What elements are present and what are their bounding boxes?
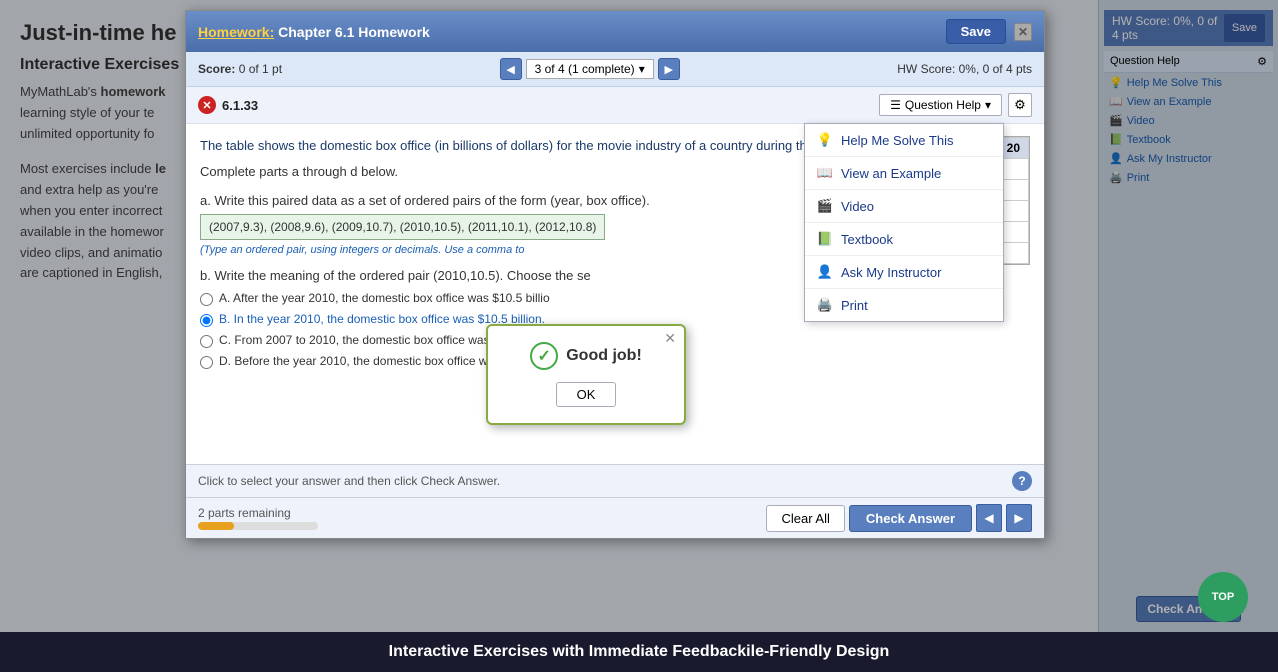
question-help-btn[interactable]: ☰ Question Help ▾: [879, 94, 1002, 116]
top-btn[interactable]: TOP: [1198, 572, 1248, 622]
good-job-close-btn[interactable]: ✕: [664, 330, 676, 347]
good-job-dialog: ✕ ✓ Good job! OK: [486, 324, 686, 425]
next-question-btn[interactable]: ▶: [658, 58, 680, 80]
nav-controls: ◀ 3 of 4 (1 complete) ▾ ▶: [500, 58, 680, 80]
parts-remaining-section: 2 parts remaining: [198, 506, 318, 530]
progress-bar-fill: [198, 522, 234, 530]
hw-score-text: HW Score: 0%, 0 of 4 pts: [897, 62, 1032, 76]
help-icon-list: ☰: [890, 98, 901, 112]
good-job-overlay: ✕ ✓ Good job! OK: [186, 124, 1044, 464]
clear-all-btn[interactable]: Clear All: [766, 505, 844, 532]
prev-btn[interactable]: ◀: [976, 504, 1002, 532]
question-content: Ye 20 20 20 20 20 20 The table shows the…: [186, 124, 1044, 464]
nav-label: 3 of 4 (1 complete) ▾: [526, 59, 654, 79]
modal-save-btn[interactable]: Save: [946, 19, 1006, 44]
footer-bar: 2 parts remaining Clear All Check Answer…: [186, 497, 1044, 538]
question-area: ✕ 6.1.33 ☰ Question Help ▾ ⚙ 💡 Help Me S…: [186, 87, 1044, 538]
help-circle-icon: ?: [1012, 471, 1032, 491]
modal-close-btn[interactable]: ✕: [1014, 23, 1032, 41]
bottom-bar-text: Interactive Exercises with Immediate Fee…: [389, 643, 747, 661]
score-text: Score: 0 of 1 pt: [198, 62, 282, 76]
help-chevron-icon: ▾: [985, 98, 991, 112]
settings-btn[interactable]: ⚙: [1008, 93, 1032, 117]
modal-bottom: Click to select your answer and then cli…: [186, 464, 1044, 497]
homework-modal: Homework: Chapter 6.1 Homework Save ✕ Sc…: [185, 10, 1045, 539]
prev-question-btn[interactable]: ◀: [500, 58, 522, 80]
next-btn[interactable]: ▶: [1006, 504, 1032, 532]
bottom-bar: Interactive Exercises with Immediate Fee…: [0, 632, 1278, 672]
check-answer-btn[interactable]: Check Answer: [849, 505, 972, 532]
modal-title: Homework: Chapter 6.1 Homework: [198, 24, 430, 40]
modal-titlebar: Homework: Chapter 6.1 Homework Save ✕: [186, 11, 1044, 52]
bottom-bar-text2: ile-Friendly Design: [746, 643, 889, 661]
question-help-area: ☰ Question Help ▾ ⚙: [879, 93, 1032, 117]
gear-icon: ⚙: [1014, 97, 1026, 113]
checkmark-icon: ✓: [530, 342, 558, 370]
progress-bar-container: [198, 522, 318, 530]
question-header: ✕ 6.1.33 ☰ Question Help ▾ ⚙: [186, 87, 1044, 124]
hint-text: Click to select your answer and then cli…: [198, 474, 1004, 488]
hint-section: Click to select your answer and then cli…: [198, 471, 1032, 491]
bottom-btn-group: Clear All Check Answer ◀ ▶: [766, 504, 1032, 532]
parts-remaining-text: 2 parts remaining: [198, 506, 318, 520]
question-badge: ✕ 6.1.33: [198, 96, 258, 114]
good-job-header: ✓ Good job!: [530, 342, 642, 370]
good-job-ok-btn[interactable]: OK: [556, 382, 617, 407]
score-bar: Score: 0 of 1 pt ◀ 3 of 4 (1 complete) ▾…: [186, 52, 1044, 87]
wrong-badge: ✕: [198, 96, 216, 114]
